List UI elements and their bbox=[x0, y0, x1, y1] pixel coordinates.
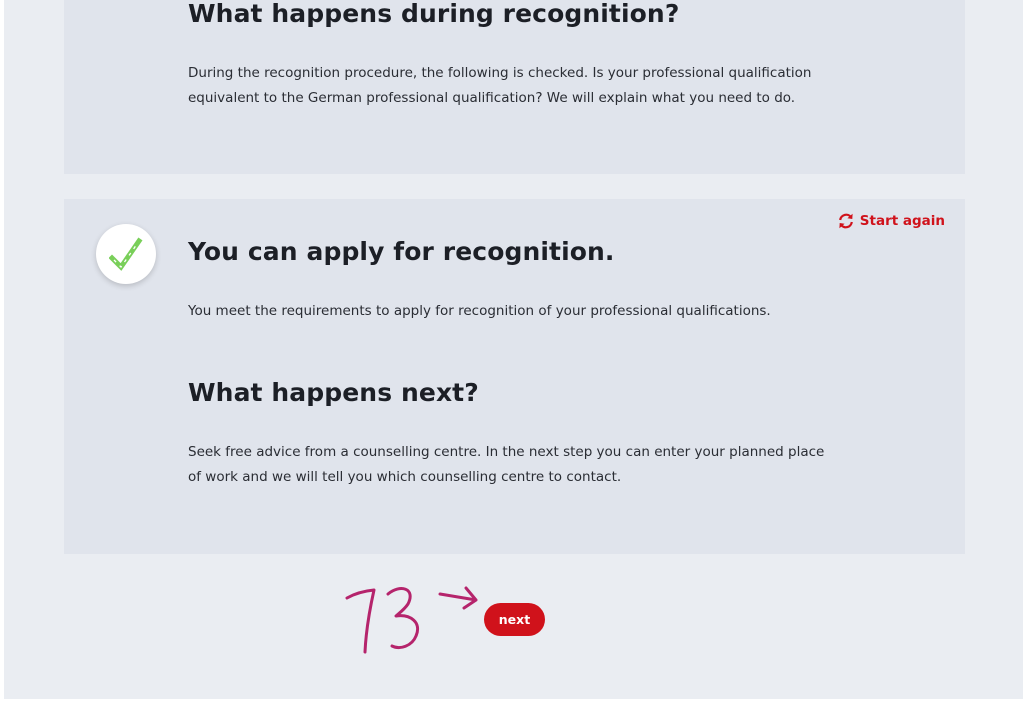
result-title: You can apply for recognition. bbox=[188, 237, 615, 266]
recognition-description: During the recognition procedure, the fo… bbox=[188, 65, 812, 106]
next-steps-description: Seek free advice from a counselling cent… bbox=[188, 444, 825, 485]
recognition-info-card: What happens during recognition? During … bbox=[64, 0, 965, 174]
refresh-icon bbox=[838, 213, 853, 229]
result-card: Start again You can apply for recognitio… bbox=[64, 199, 965, 554]
success-badge bbox=[96, 224, 156, 284]
result-description: You meet the requirements to apply for r… bbox=[188, 303, 771, 319]
start-again-button[interactable]: Start again bbox=[837, 212, 945, 230]
viewport: What happens during recognition? During … bbox=[0, 0, 1023, 701]
recognition-heading: What happens during recognition? bbox=[188, 0, 680, 28]
checkmark-icon bbox=[109, 237, 143, 271]
page-content: What happens during recognition? During … bbox=[4, 0, 1023, 699]
next-button[interactable]: next bbox=[484, 603, 545, 636]
next-steps-heading: What happens next? bbox=[188, 378, 479, 407]
start-again-label: Start again bbox=[859, 213, 945, 229]
handwritten-annotation bbox=[345, 586, 478, 654]
